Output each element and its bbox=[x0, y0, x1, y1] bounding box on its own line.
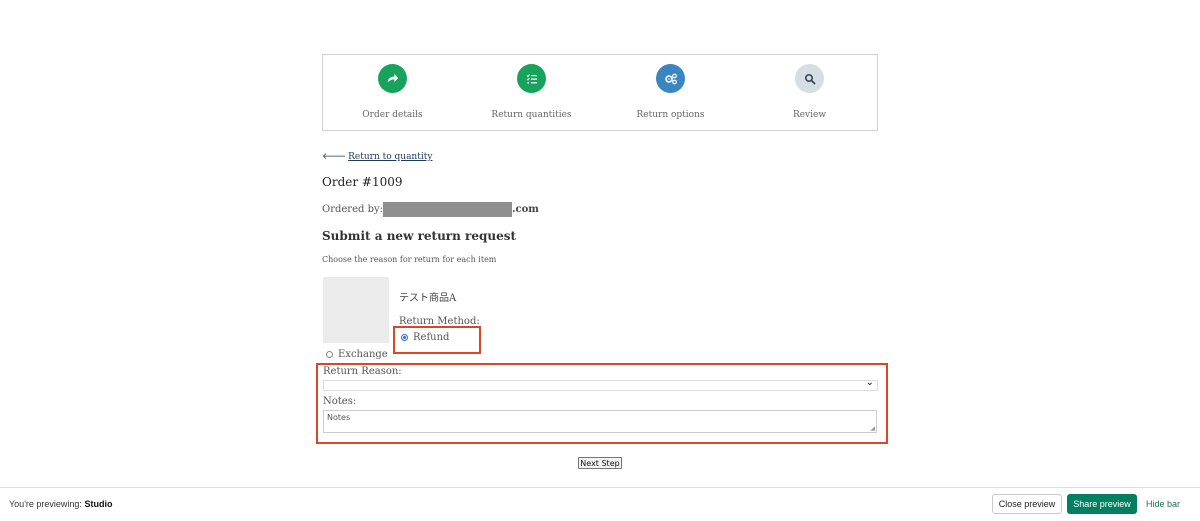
order-title: Order #1009 bbox=[322, 175, 403, 189]
chevron-down-icon: ⌄ bbox=[865, 377, 874, 388]
preview-bar: You're previewing: Studio Close preview … bbox=[0, 487, 1200, 521]
previewing-text: You're previewing: Studio bbox=[9, 499, 112, 509]
form-instruction: Choose the reason for return for each it… bbox=[322, 255, 497, 264]
step-label: Return options bbox=[636, 110, 705, 120]
step-order-details: Order details bbox=[323, 55, 462, 132]
return-reason-label: Return Reason: bbox=[323, 366, 402, 377]
step-label: Return quantities bbox=[491, 110, 572, 120]
notes-placeholder: Notes bbox=[327, 413, 351, 422]
redacted-email bbox=[383, 202, 512, 217]
step-progress: Order details Return quantities Return o… bbox=[322, 54, 878, 131]
ordered-by: Ordered by: .com bbox=[322, 202, 539, 217]
checklist-icon bbox=[517, 64, 546, 93]
search-icon bbox=[795, 64, 824, 93]
exchange-radio[interactable] bbox=[326, 351, 333, 358]
close-preview-button[interactable]: Close preview bbox=[992, 494, 1062, 514]
notes-label: Notes: bbox=[323, 396, 357, 407]
refund-radio[interactable] bbox=[401, 334, 408, 341]
theme-name: Studio bbox=[84, 499, 113, 509]
arrow-left-icon: 🡐 bbox=[322, 152, 347, 162]
next-step-button[interactable]: Next Step bbox=[578, 457, 622, 469]
share-arrow-icon bbox=[378, 64, 407, 93]
resize-grip-icon[interactable]: ◢ bbox=[870, 425, 875, 432]
share-preview-button[interactable]: Share preview bbox=[1067, 494, 1137, 514]
back-link-label: Return to quantity bbox=[348, 152, 433, 162]
step-review: Review bbox=[740, 55, 879, 132]
step-return-options: Return options bbox=[601, 55, 740, 132]
exchange-label: Exchange bbox=[338, 349, 388, 360]
email-suffix: .com bbox=[512, 204, 539, 215]
step-return-quantities: Return quantities bbox=[462, 55, 601, 132]
return-reason-select[interactable]: ⌄ bbox=[323, 377, 878, 391]
product-image-placeholder bbox=[323, 277, 389, 343]
return-to-quantity-link[interactable]: 🡐 Return to quantity bbox=[322, 151, 432, 162]
refund-option[interactable]: Refund bbox=[401, 332, 449, 343]
form-title: Submit a new return request bbox=[322, 229, 517, 243]
notes-textarea[interactable]: Notes ◢ bbox=[323, 410, 877, 433]
product-name: テスト商品A bbox=[399, 293, 457, 304]
refund-label: Refund bbox=[413, 332, 450, 343]
ordered-by-label: Ordered by: bbox=[322, 204, 383, 215]
gears-icon bbox=[656, 64, 685, 93]
step-label: Order details bbox=[362, 110, 423, 120]
hide-bar-link[interactable]: Hide bar bbox=[1146, 499, 1180, 509]
exchange-option[interactable]: Exchange bbox=[326, 349, 388, 360]
step-label: Review bbox=[792, 110, 827, 120]
previewing-label: You're previewing: bbox=[9, 499, 82, 509]
